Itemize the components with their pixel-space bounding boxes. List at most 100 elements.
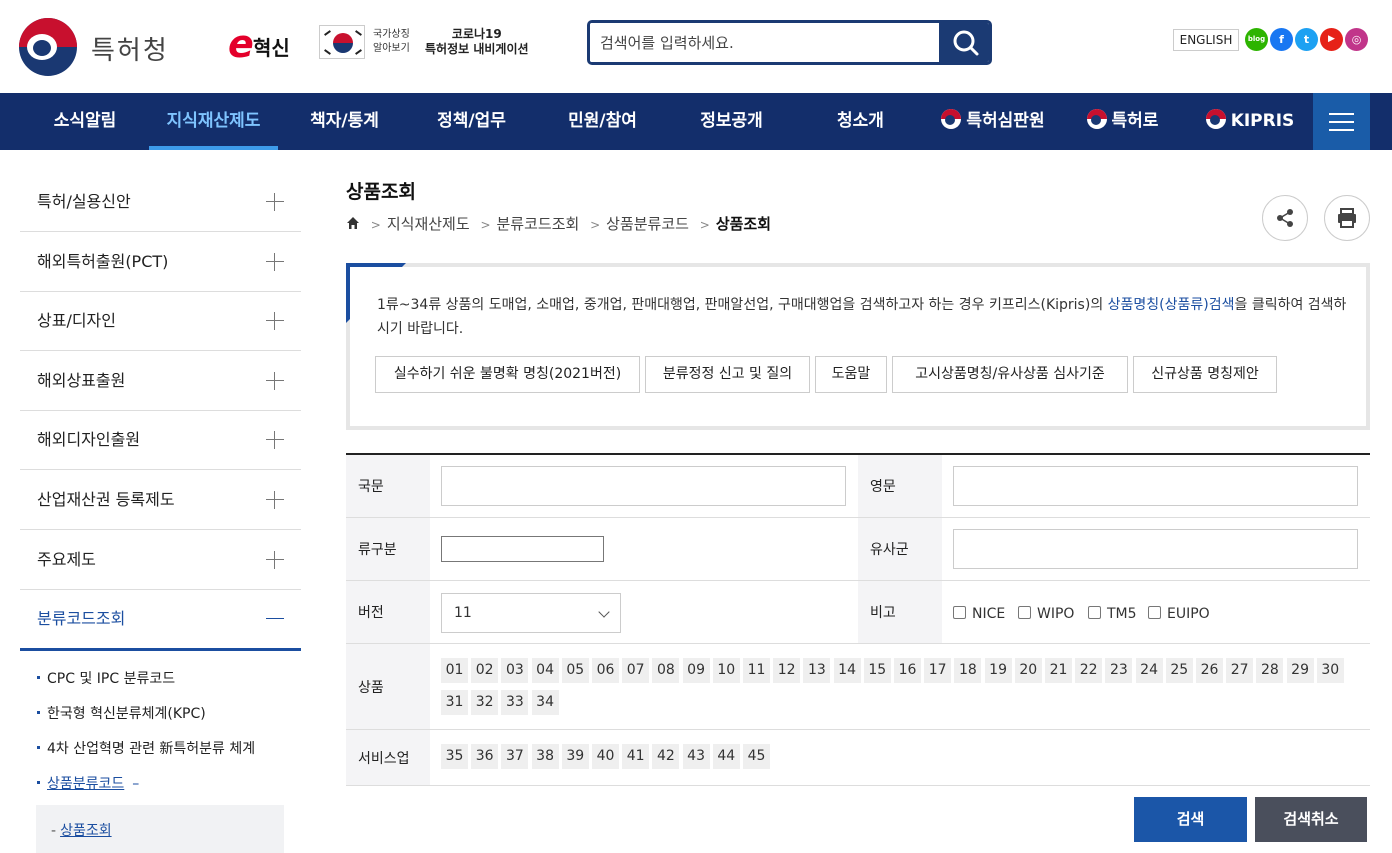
gnb-item-ip-system[interactable]: 지식재산제도 (149, 93, 278, 150)
version-select[interactable]: 11 (441, 593, 621, 633)
service-class-chip[interactable]: 44 (712, 744, 740, 769)
sidebar-item-classification[interactable]: 분류코드조회 (20, 589, 301, 651)
service-class-chip[interactable]: 37 (501, 744, 529, 769)
goods-class-chip[interactable]: 32 (471, 690, 499, 715)
goods-class-chip[interactable]: 15 (863, 658, 891, 683)
sidebar-sub-kpc[interactable]: 한국형 혁신분류체계(KPC) (37, 703, 206, 723)
search-button[interactable] (939, 23, 989, 62)
sidebar-item-overseas-design[interactable]: 해외디자인출원 (20, 410, 301, 470)
breadcrumb-item[interactable]: 상품분류코드 (606, 215, 689, 233)
service-class-chip[interactable]: 43 (682, 744, 710, 769)
goods-class-chip[interactable]: 13 (803, 658, 831, 683)
share-button[interactable] (1262, 195, 1308, 241)
sidebar-sub-cpc-ipc[interactable]: CPC 및 IPC 분류코드 (37, 668, 175, 688)
site-logo-text[interactable]: 특허청 (91, 30, 169, 67)
help-button[interactable]: 도움말 (815, 356, 887, 393)
nice-checkbox[interactable]: NICE (953, 606, 1005, 622)
sidebar-item-main-system[interactable]: 주요제도 (20, 530, 301, 590)
notice-goods-names-button[interactable]: 고시상품명칭/유사상품 심사기준 (892, 356, 1128, 393)
goods-class-chip[interactable]: 02 (471, 658, 499, 683)
service-class-chip[interactable]: 38 (531, 744, 559, 769)
unclear-names-button[interactable]: 실수하기 쉬운 불명확 명칭(2021버전) (375, 356, 640, 393)
goods-class-chip[interactable]: 21 (1045, 658, 1072, 683)
goods-class-chip[interactable]: 33 (501, 690, 529, 715)
e-innovation-logo-text[interactable]: 혁신 (253, 32, 290, 61)
goods-class-chip[interactable]: 04 (531, 658, 559, 683)
goods-class-chip[interactable]: 20 (1014, 658, 1042, 683)
sidebar-sub-goods-code[interactable]: 상품분류코드 – (37, 773, 139, 793)
goods-class-chip[interactable]: 05 (561, 658, 589, 683)
goods-class-chip[interactable]: 22 (1075, 658, 1103, 683)
service-class-chip[interactable]: 41 (622, 744, 650, 769)
class-input[interactable] (441, 536, 604, 562)
gnb-item-patentro[interactable]: 특허로 (1070, 93, 1175, 150)
search-submit-button[interactable]: 검색 (1134, 797, 1247, 842)
goods-class-chip[interactable]: 19 (984, 658, 1012, 683)
gnb-item-ipt[interactable]: 특허심판원 (928, 93, 1058, 150)
goods-class-chip[interactable]: 29 (1286, 658, 1314, 683)
sidebar-item-pct[interactable]: 해외특허출원(PCT) (20, 232, 301, 292)
goods-class-chip[interactable]: 25 (1165, 658, 1193, 683)
english-site-button[interactable]: ENGLISH (1173, 29, 1239, 51)
goods-class-chip[interactable]: 01 (441, 658, 468, 683)
facebook-icon[interactable]: f (1270, 28, 1293, 51)
gnb-item-disclosure[interactable]: 정보공개 (674, 93, 789, 150)
wipo-checkbox[interactable]: WIPO (1018, 606, 1074, 622)
goods-class-chip[interactable]: 12 (773, 658, 801, 683)
taegukgi-flag-icon[interactable] (319, 25, 365, 59)
kipris-goods-search-link[interactable]: 상품명칭(상품류)검색 (1108, 297, 1235, 313)
goods-class-chip[interactable]: 09 (682, 658, 710, 683)
goods-class-chip[interactable]: 27 (1226, 658, 1254, 683)
sidebar-sub-4th-industry[interactable]: 4차 산업혁명 관련 新특허분류 체계 (37, 738, 255, 758)
gnb-item-publications[interactable]: 책자/통계 (287, 93, 402, 150)
goods-class-chip[interactable]: 18 (954, 658, 982, 683)
twitter-icon[interactable]: t (1295, 28, 1318, 51)
e-innovation-logo-e[interactable]: e (228, 22, 254, 66)
goods-class-chip[interactable]: 34 (531, 690, 559, 715)
goods-class-chip[interactable]: 10 (712, 658, 740, 683)
goods-class-chip[interactable]: 30 (1316, 658, 1344, 683)
sidebar-item-patent[interactable]: 특허/실용신안 (20, 172, 301, 232)
all-menu-button[interactable] (1313, 93, 1370, 150)
tm5-checkbox[interactable]: TM5 (1088, 606, 1137, 622)
service-class-chip[interactable]: 39 (561, 744, 589, 769)
gnb-item-about[interactable]: 청소개 (803, 93, 918, 150)
goods-class-chip[interactable]: 07 (622, 658, 650, 683)
sidebar-item-trademark[interactable]: 상표/디자인 (20, 291, 301, 351)
print-button[interactable] (1324, 195, 1370, 241)
blog-icon[interactable]: blog (1245, 28, 1268, 51)
goods-class-chip[interactable]: 03 (501, 658, 529, 683)
goods-class-chip[interactable]: 16 (894, 658, 921, 683)
gnb-item-policy[interactable]: 정책/업무 (414, 93, 529, 150)
search-input[interactable] (590, 23, 938, 62)
service-class-chip[interactable]: 36 (471, 744, 499, 769)
sidebar-item-overseas-trademark[interactable]: 해외상표출원 (20, 351, 301, 411)
service-class-chip[interactable]: 35 (441, 744, 468, 769)
korean-name-input[interactable] (441, 466, 846, 506)
youtube-icon[interactable]: ▶ (1320, 28, 1343, 51)
english-name-input[interactable] (953, 466, 1358, 506)
breadcrumb-item[interactable]: 지식재산제도 (387, 215, 470, 233)
breadcrumb-item[interactable]: 분류코드조회 (497, 215, 580, 233)
covid-navigation-link[interactable]: 코로나19 특허정보 내비게이션 (425, 27, 529, 57)
euipo-checkbox[interactable]: EUIPO (1148, 606, 1210, 622)
gnb-item-kipris[interactable]: KIPRIS (1195, 93, 1305, 150)
similar-group-input[interactable] (953, 529, 1358, 569)
sidebar-sub3-goods-search[interactable]: - 상품조회 (36, 805, 284, 853)
goods-class-chip[interactable]: 06 (592, 658, 619, 683)
service-class-chip[interactable]: 40 (592, 744, 619, 769)
goods-class-chip[interactable]: 08 (652, 658, 680, 683)
new-goods-name-proposal-button[interactable]: 신규상품 명칭제안 (1133, 356, 1277, 393)
search-cancel-button[interactable]: 검색취소 (1255, 797, 1367, 842)
national-symbol-link[interactable]: 국가상징 알아보기 (373, 28, 410, 56)
goods-class-chip[interactable]: 28 (1256, 658, 1284, 683)
classification-correction-button[interactable]: 분류정정 신고 및 질의 (645, 356, 810, 393)
kipo-logo-icon[interactable] (19, 18, 77, 76)
gnb-item-news[interactable]: 소식알림 (30, 93, 140, 150)
instagram-icon[interactable]: ◎ (1345, 28, 1368, 51)
goods-class-chip[interactable]: 31 (441, 690, 468, 715)
goods-class-chip[interactable]: 14 (833, 658, 861, 683)
goods-class-chip[interactable]: 26 (1196, 658, 1223, 683)
service-class-chip[interactable]: 42 (652, 744, 680, 769)
goods-class-chip[interactable]: 11 (743, 658, 770, 683)
